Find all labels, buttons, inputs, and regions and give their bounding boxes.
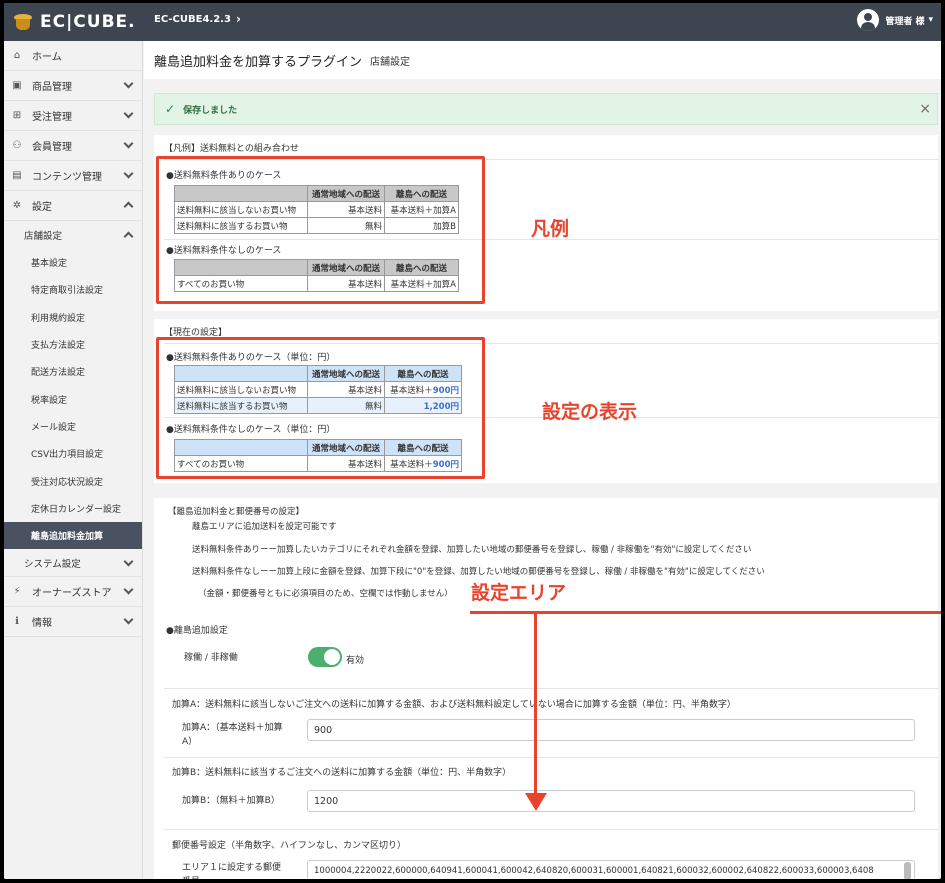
sidebar-leaf[interactable]: 利用規約設定 [4, 304, 142, 331]
chevron-down-icon [123, 168, 134, 179]
file-icon: ▤ [12, 170, 22, 181]
addA-label-cont: A） [182, 737, 198, 747]
sidebar-leaf[interactable]: 特定商取引法設定 [4, 276, 142, 303]
settings-desc-line: 離島エリアに追加送料を設定可能です [192, 522, 337, 532]
active-label: 稼働 / 非稼働 [184, 653, 238, 663]
active-toggle[interactable] [308, 647, 342, 667]
check-icon: ✓ [165, 102, 176, 116]
sidebar-leaf[interactable]: 支払方法設定 [4, 331, 142, 358]
active-value: 有効 [346, 656, 365, 666]
users-icon: ⚇ [12, 140, 22, 151]
sidebar-item-label: 設定 [32, 202, 52, 213]
sidebar-sub-store-settings[interactable]: 店舗設定 [4, 221, 142, 249]
page-subtitle: 店舗設定 [370, 56, 411, 68]
sidebar-item-settings[interactable]: ✲ 設定 [4, 191, 142, 221]
cart-icon: ⊞ [12, 110, 22, 121]
island-settings-form: ●離島追加設定 稼働 / 非稼働 有効 加算A：送料無料に該当しないご注文への送… [154, 618, 938, 879]
zip-textarea[interactable]: 1000004,2220022,600000,640941,600041,600… [307, 860, 915, 879]
sidebar-item-home[interactable]: ⌂ ホーム [4, 41, 142, 71]
alert-message: 保存しました [183, 105, 238, 116]
chevron-down-icon [123, 556, 134, 567]
addB-heading: 加算B：送料無料に該当するご注文への送料に加算する金額（単位：円、半角数字） [172, 768, 512, 778]
chevron-down-icon [123, 584, 134, 595]
close-icon[interactable]: × [919, 101, 931, 117]
sidebar-leaf[interactable]: 税率設定 [4, 385, 142, 412]
zip-heading: 郵便番号設定（半角数字、ハイフンなし、カンマ区切り） [172, 841, 407, 851]
sidebar-item-members[interactable]: ⚇ 会員管理 [4, 131, 142, 161]
chevron-down-icon [123, 108, 134, 119]
addA-input[interactable]: 900 [307, 719, 915, 741]
chevron-down-icon [123, 78, 134, 89]
sidebar-item-label: 情報 [32, 618, 52, 630]
zip-label-cont: 番号 [182, 874, 200, 879]
chevron-up-icon [123, 231, 134, 242]
settings-heading: 【離島追加料金と郵便番号の設定】 [168, 507, 305, 517]
zip-label: エリア１に設定する郵便 [182, 863, 282, 873]
settings-area-line [470, 611, 941, 614]
info-icon: ℹ [15, 616, 19, 628]
sidebar-item-info[interactable]: ℹ 情報 [4, 607, 142, 638]
gear-icon: ✲ [12, 200, 22, 211]
chevron-up-icon [123, 201, 134, 212]
settings-desc-line: 送料無料条件なしーー加算上段に金額を登録、加算下段に"0"を登録、加算したい地域… [192, 567, 765, 577]
sidebar-item-orders[interactable]: ⊞ 受注管理 [4, 101, 142, 131]
box-icon: ▣ [12, 80, 22, 91]
page-title-bar: 離島追加料金を加算するプラグイン 店舗設定 [144, 41, 941, 79]
addA-label: 加算A：（基本送料＋加算 [182, 723, 283, 733]
sidebar-item-label: 会員管理 [32, 142, 72, 153]
settings-desc-line: （金額・郵便番号ともに必須項目のため、空欄では作動しません） [198, 589, 453, 599]
user-name: 管理者 様 [885, 16, 925, 27]
addB-label: 加算B：（無料＋加算B） [182, 796, 280, 806]
settings-desc-line: 送料無料条件ありーー加算したいカテゴリにそれぞれ金額を登録、加算したい地域の郵便… [192, 545, 752, 555]
plug-icon: ⚡ [13, 586, 21, 598]
addB-input[interactable]: 1200 [307, 790, 915, 812]
home-icon: ⌂ [13, 50, 21, 61]
settings-annotation: 設定エリア [471, 582, 567, 604]
form-section-title: ●離島追加設定 [166, 626, 228, 636]
example-annotation: 凡例 [531, 218, 570, 240]
sidebar-item-label: ホーム [32, 52, 62, 63]
user-avatar-icon [857, 9, 880, 31]
sidebar-leaf[interactable]: CSV出力項目設定 [4, 440, 142, 467]
cube-logo-icon [12, 12, 34, 32]
sidebar-item-label: オーナーズストア [32, 588, 112, 600]
sidebar-sub-label: システム設定 [24, 558, 81, 570]
sidebar-leaf[interactable]: 受注対応状況設定 [4, 467, 142, 494]
sidebar-item-label: 商品管理 [32, 82, 72, 93]
sidebar-leaf[interactable]: 基本設定 [4, 249, 142, 276]
arrow-shaft [534, 613, 537, 793]
sidebar-item-products[interactable]: ▣ 商品管理 [4, 71, 142, 101]
chevron-down-icon: ▾ [928, 15, 933, 25]
addA-heading: 加算A：送料無料に該当しないご注文への送料に加算する金額、および送料無料設定して… [172, 700, 736, 710]
chevron-down-icon [123, 614, 134, 625]
sidebar-item-label: コンテンツ管理 [32, 172, 102, 183]
sidebar-item-contents[interactable]: ▤ コンテンツ管理 [4, 161, 142, 191]
top-header: EC|CUBE. EC-CUBE4.2.3 › 管理者 様 ▾ [4, 3, 941, 41]
sidebar-item-owners-store[interactable]: ⚡ オーナーズストア [4, 577, 142, 608]
success-alert: ✓ 保存しました × [154, 93, 938, 125]
sidebar: ⌂ ホーム ▣ 商品管理 ⊞ 受注管理 ⚇ 会員管理 ▤ コンテンツ管理 ✲ 設… [4, 41, 143, 879]
sidebar-leaf[interactable]: メール設定 [4, 413, 142, 440]
sidebar-sub-label: 店舗設定 [24, 231, 63, 242]
version-label[interactable]: EC-CUBE4.2.3 [154, 14, 231, 25]
chevron-down-icon [123, 138, 134, 149]
current-highlight-box [156, 337, 485, 479]
example-highlight-box [156, 156, 485, 304]
ec-cube-logo[interactable]: EC|CUBE. [12, 10, 136, 34]
page-title: 離島追加料金を加算するプラグイン [154, 54, 363, 70]
app-window: EC|CUBE. EC-CUBE4.2.3 › 管理者 様 ▾ ⌂ ホーム ▣ … [4, 3, 941, 879]
sidebar-item-label: 受注管理 [32, 112, 72, 123]
sidebar-leaf[interactable]: 定休日カレンダー設定 [4, 495, 142, 522]
sidebar-sub-system-settings[interactable]: システム設定 [4, 549, 142, 578]
sidebar-leaf-active[interactable]: 離島追加料金加算 [4, 521, 142, 550]
sidebar-leaf[interactable]: 配送方法設定 [4, 358, 142, 385]
textarea-scrollbar[interactable] [904, 862, 911, 879]
logo-text: EC|CUBE. [40, 12, 136, 32]
current-annotation: 設定の表示 [542, 401, 638, 423]
arrow-down-icon [525, 793, 547, 811]
user-menu[interactable]: 管理者 様 ▾ [857, 9, 933, 31]
chevron-right-icon[interactable]: › [236, 12, 241, 26]
